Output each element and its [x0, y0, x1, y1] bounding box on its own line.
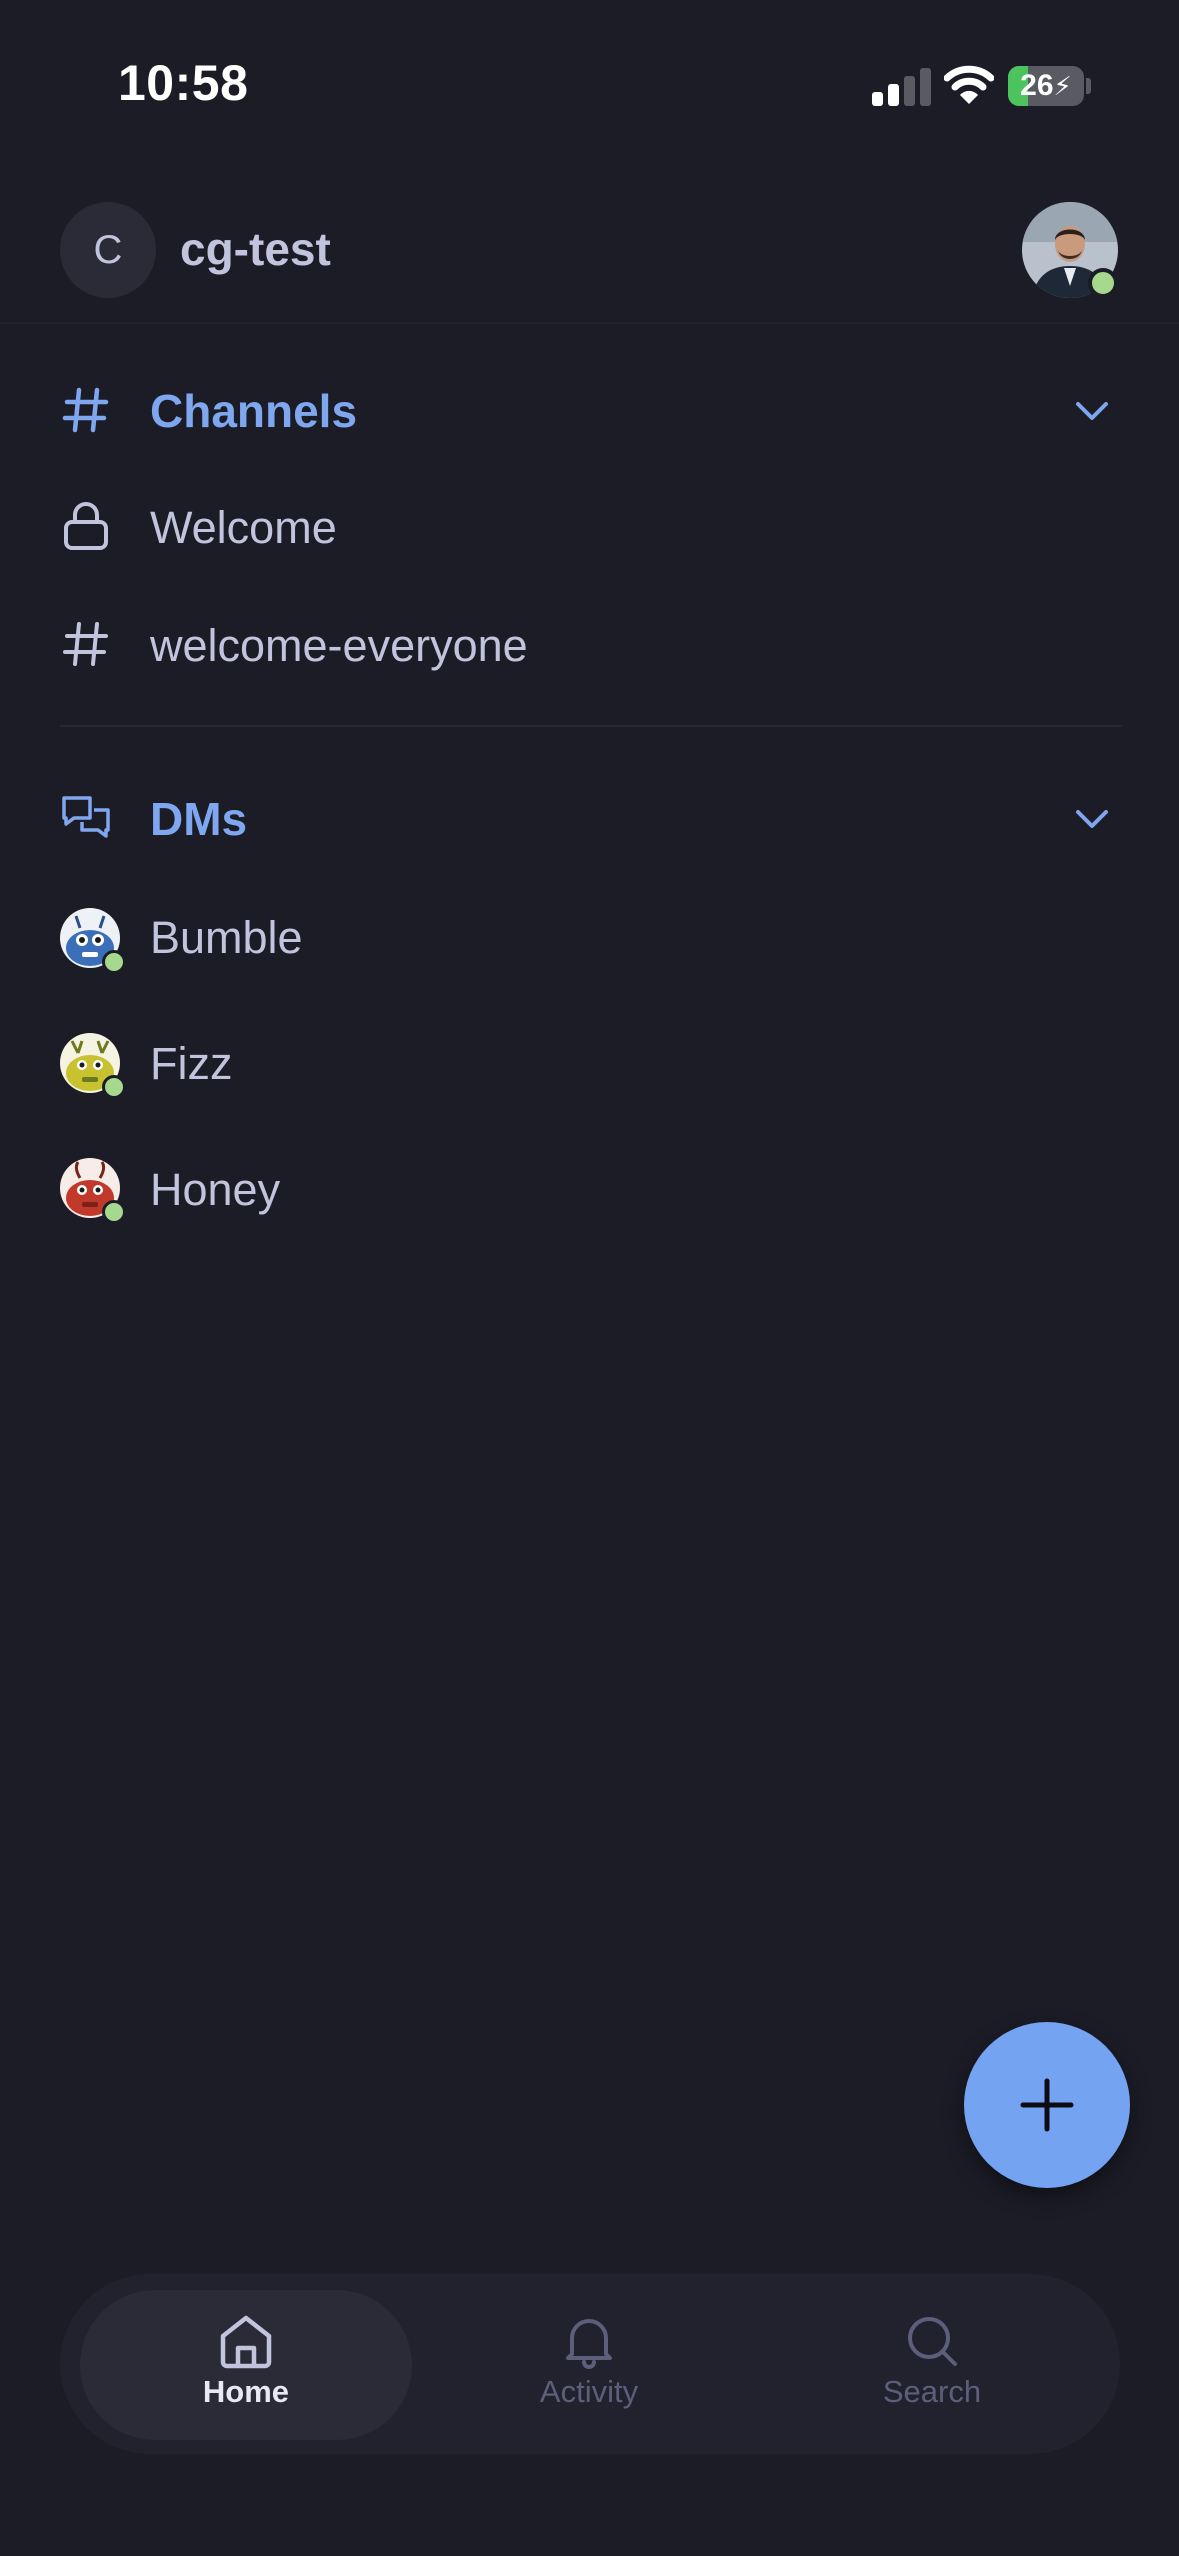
cellular-signal-icon	[872, 66, 932, 106]
hash-icon	[60, 384, 112, 436]
chat-bubbles-icon	[60, 792, 112, 844]
nav-activity-label: Activity	[539, 2374, 639, 2409]
dm-item-label[interactable]: Honey	[150, 1164, 280, 1216]
header-divider	[0, 322, 1179, 324]
nav-home-label: Home	[202, 2374, 290, 2409]
workspace-initial: C	[93, 227, 123, 272]
lock-icon	[60, 500, 112, 552]
online-status-dot	[102, 1075, 126, 1099]
wifi-icon	[943, 64, 995, 106]
home-icon	[220, 2315, 272, 2369]
battery-nub	[1086, 78, 1091, 94]
online-status-dot	[102, 950, 126, 974]
section-divider	[60, 725, 1122, 727]
workspace-name[interactable]: cg-test	[180, 222, 331, 276]
plus-icon	[1020, 2078, 1074, 2132]
nav-search-tab[interactable]: Search	[802, 2312, 1062, 2410]
chevron-down-icon[interactable]	[1070, 388, 1114, 432]
battery-percent: 26	[1020, 69, 1054, 102]
nav-home-tab[interactable]: Home	[116, 2312, 376, 2410]
hash-icon	[60, 618, 112, 670]
channels-section-title[interactable]: Channels	[150, 384, 357, 438]
dms-section-title[interactable]: DMs	[150, 792, 247, 846]
dm-item-label[interactable]: Fizz	[150, 1038, 233, 1090]
bell-icon	[566, 2319, 612, 2369]
channel-item-label[interactable]: welcome-everyone	[150, 620, 528, 672]
battery-indicator: 26 ⚡	[1008, 66, 1084, 106]
chevron-down-icon[interactable]	[1070, 796, 1114, 840]
channel-item-label[interactable]: Welcome	[150, 502, 337, 554]
new-message-button[interactable]	[964, 2022, 1130, 2188]
nav-search-label: Search	[882, 2374, 982, 2409]
charging-bolt-icon: ⚡	[1053, 70, 1072, 101]
workspace-avatar[interactable]: C	[60, 202, 156, 298]
online-status-dot	[102, 1200, 126, 1224]
dm-item-label[interactable]: Bumble	[150, 912, 303, 964]
search-icon	[908, 2317, 957, 2366]
status-time: 10:58	[118, 55, 249, 111]
nav-activity-tab[interactable]: Activity	[459, 2312, 719, 2410]
online-status-dot	[1088, 268, 1118, 298]
